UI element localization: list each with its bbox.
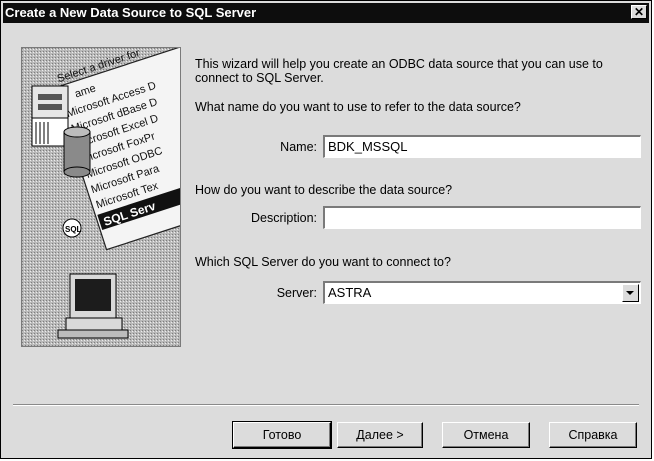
server-icon	[31, 85, 69, 147]
title-bar: Create a New Data Source to SQL Server ✕	[3, 3, 649, 23]
svg-text:SQL: SQL	[65, 225, 82, 234]
server-label: Server:	[276, 286, 317, 300]
description-question: How do you want to describe the data sou…	[195, 183, 453, 197]
server-combobox[interactable]: ASTRA	[323, 281, 641, 304]
window-title: Create a New Data Source to SQL Server	[5, 5, 257, 20]
name-question: What name do you want to use to refer to…	[195, 100, 521, 114]
database-icon	[63, 126, 91, 178]
description-input[interactable]	[323, 206, 641, 229]
sql-emblem-icon: SQL	[62, 218, 82, 238]
next-button[interactable]: Далее >	[337, 422, 423, 448]
help-button[interactable]: Справка	[549, 422, 637, 448]
server-dropdown-button[interactable]	[622, 284, 639, 302]
intro-text-line2: connect to SQL Server.	[195, 71, 324, 85]
description-label: Description:	[251, 211, 317, 225]
cancel-button[interactable]: Отмена	[442, 422, 530, 448]
server-value: ASTRA	[328, 285, 372, 300]
intro-text-line1: This wizard will help you create an ODBC…	[195, 57, 603, 71]
close-button[interactable]: ✕	[631, 5, 647, 19]
separator	[13, 404, 639, 406]
name-input[interactable]: BDK_MSSQL	[323, 135, 641, 158]
wizard-illustration-graphic: Select a driver for ame Microsoft Access…	[22, 43, 241, 346]
finish-button[interactable]: Готово	[232, 421, 332, 449]
name-label: Name:	[280, 140, 317, 154]
server-question: Which SQL Server do you want to connect …	[195, 255, 451, 269]
wizard-illustration: Select a driver for ame Microsoft Access…	[21, 43, 241, 347]
chevron-down-icon	[626, 291, 634, 295]
close-icon: ✕	[633, 5, 645, 19]
wizard-dialog: Create a New Data Source to SQL Server ✕…	[0, 0, 652, 459]
